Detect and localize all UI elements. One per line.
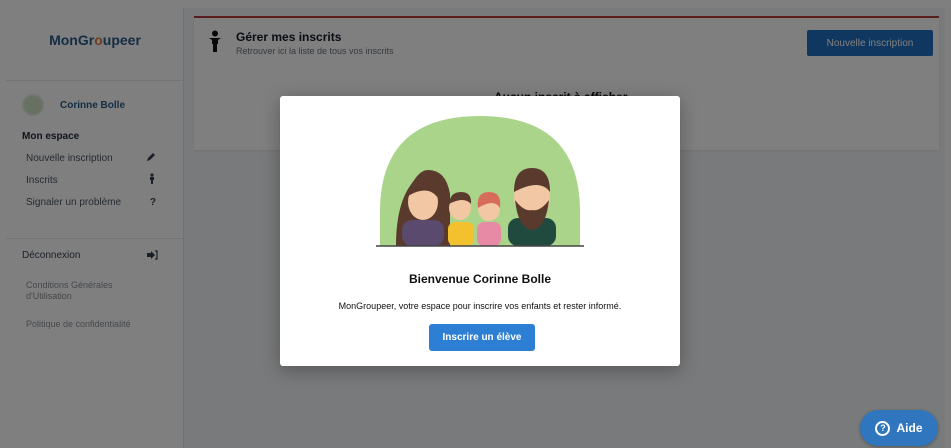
welcome-modal: Bienvenue Corinne Bolle MonGroupeer, vot…: [280, 96, 680, 366]
enroll-student-button[interactable]: Inscrire un élève: [429, 324, 535, 351]
help-label: Aide: [896, 421, 923, 435]
modal-description: MonGroupeer, votre espace pour inscrire …: [338, 301, 622, 311]
modal-title: Bienvenue Corinne Bolle: [408, 272, 552, 286]
help-icon: ?: [875, 420, 891, 436]
help-button[interactable]: ? Aide: [860, 410, 938, 446]
family-illustration: [376, 116, 584, 247]
